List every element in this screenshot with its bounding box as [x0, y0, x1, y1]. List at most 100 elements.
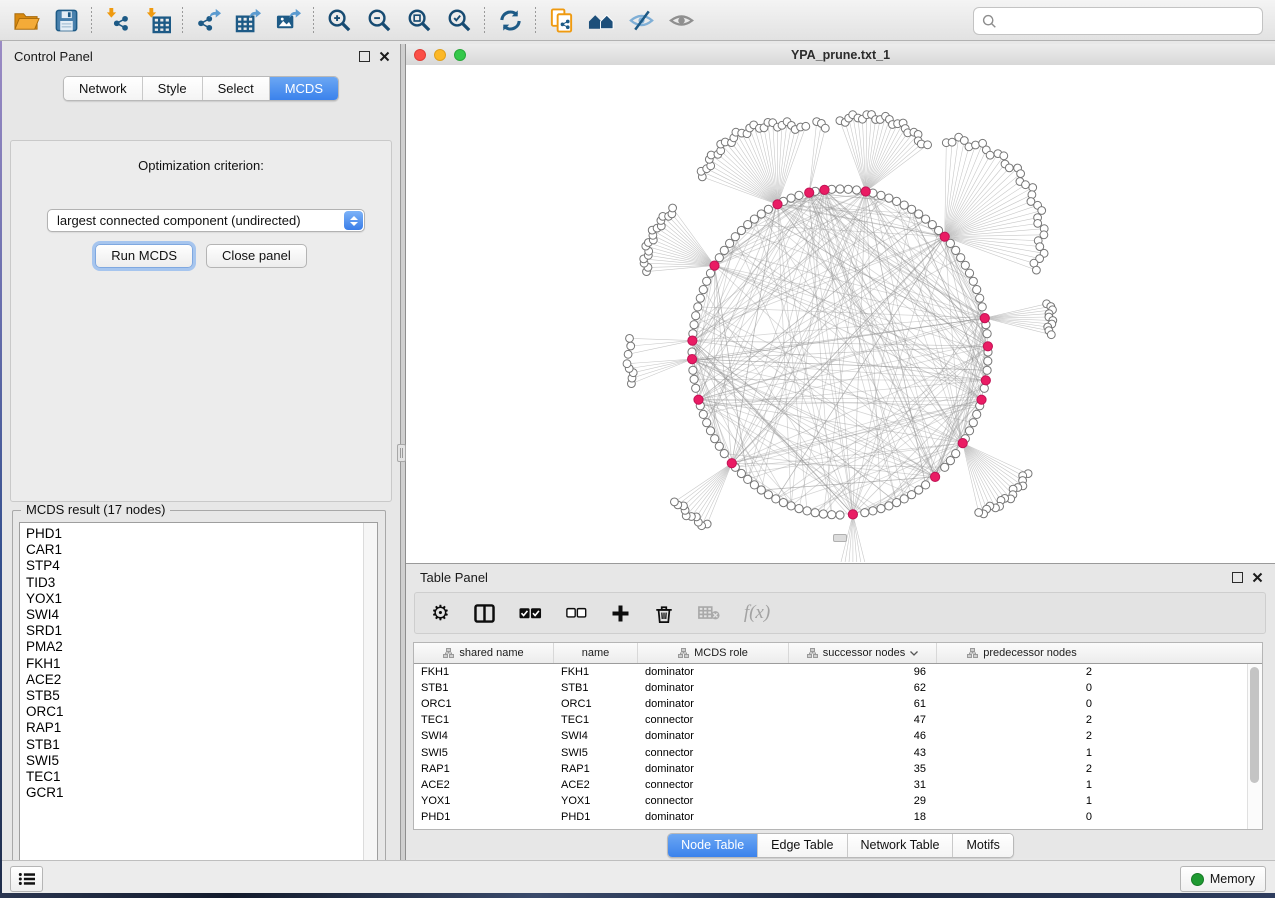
search-input[interactable]	[997, 11, 1262, 31]
table-row[interactable]: SWI5SWI5connector431	[414, 744, 1262, 760]
tab-network[interactable]: Network	[64, 77, 143, 100]
table-row[interactable]: SWI4SWI4dominator462	[414, 728, 1262, 744]
network-view-window: YPA_prune.txt_1	[406, 44, 1275, 563]
zoom-in-button[interactable]	[319, 3, 359, 37]
mcds-result-item[interactable]: STB1	[26, 737, 377, 753]
search-box[interactable]	[973, 7, 1263, 35]
criterion-select[interactable]: largest connected component (undirected)	[47, 209, 365, 232]
mcds-result-item[interactable]: SWI4	[26, 607, 377, 623]
close-panel-icon[interactable]	[379, 51, 390, 62]
add-column-button[interactable]	[611, 604, 630, 623]
hide-selected-button[interactable]	[621, 3, 661, 37]
table-row[interactable]: RAP1RAP1dominator352	[414, 761, 1262, 777]
first-neighbors-button[interactable]	[581, 3, 621, 37]
tab-motifs[interactable]: Motifs	[953, 834, 1012, 857]
mcds-result-item[interactable]: CAR1	[26, 542, 377, 558]
save-session-icon	[53, 7, 80, 34]
mcds-result-item[interactable]: ORC1	[26, 704, 377, 720]
network-window-titlebar[interactable]: YPA_prune.txt_1	[406, 44, 1275, 66]
column-header-shared-name[interactable]: shared name	[414, 643, 554, 663]
mcds-result-list[interactable]: PHD1CAR1STP4TID3YOX1SWI4SRD1PMA2FKH1ACE2…	[20, 523, 377, 801]
column-header-label: successor nodes	[823, 647, 906, 659]
deselect-all-button[interactable]	[566, 607, 587, 619]
tab-edge-table[interactable]: Edge Table	[758, 834, 847, 857]
table-row[interactable]: STB1STB1dominator620	[414, 680, 1262, 696]
mcds-result-item[interactable]: GCR1	[26, 785, 377, 801]
network-canvas[interactable]	[406, 65, 1275, 562]
tab-style[interactable]: Style	[143, 77, 203, 100]
delete-column-button[interactable]	[654, 603, 674, 624]
network-hub-node	[981, 376, 990, 385]
network-node	[819, 510, 827, 518]
export-image-icon	[275, 7, 302, 34]
table-scrollbar-thumb[interactable]	[1250, 667, 1259, 783]
import-network-button[interactable]	[97, 3, 137, 37]
table-scrollbar[interactable]	[1247, 664, 1262, 829]
mcds-result-item[interactable]: FKH1	[26, 656, 377, 672]
table-row[interactable]: TEC1TEC1connector472	[414, 712, 1262, 728]
import-network-icon	[104, 7, 131, 34]
close-panel-button[interactable]: Close panel	[206, 244, 307, 268]
mcds-result-item[interactable]: RAP1	[26, 720, 377, 736]
table-row[interactable]: ORC1ORC1dominator610	[414, 696, 1262, 712]
mcds-result-item[interactable]: SWI5	[26, 753, 377, 769]
open-file-button[interactable]	[6, 3, 46, 37]
network-node	[877, 505, 885, 513]
mcds-result-item[interactable]: TEC1	[26, 769, 377, 785]
refresh-network-button[interactable]	[490, 3, 530, 37]
memory-button[interactable]: Memory	[1180, 866, 1266, 892]
duplicate-network-button[interactable]	[541, 3, 581, 37]
mcds-result-item[interactable]: STB5	[26, 688, 377, 704]
show-all-button[interactable]	[661, 3, 701, 37]
export-image-button[interactable]	[268, 3, 308, 37]
run-mcds-button[interactable]: Run MCDS	[95, 244, 193, 268]
split-columns-button[interactable]	[474, 604, 495, 623]
mcds-result-item[interactable]: STP4	[26, 558, 377, 574]
column-header-MCDS-role[interactable]: MCDS role	[638, 643, 789, 663]
tab-network-table[interactable]: Network Table	[848, 834, 954, 857]
mcds-result-item[interactable]: TID3	[26, 575, 377, 591]
export-table-button[interactable]	[228, 3, 268, 37]
table-row[interactable]: PHD1PHD1dominator180	[414, 809, 1262, 825]
settings-button[interactable]: ⚙	[431, 603, 450, 623]
tab-node-table[interactable]: Node Table	[668, 834, 758, 857]
close-table-panel-icon[interactable]	[1252, 572, 1263, 583]
panel-divider-handle[interactable]	[397, 444, 406, 462]
mcds-result-item[interactable]: ACE2	[26, 672, 377, 688]
table-row[interactable]: YOX1YOX1connector291	[414, 793, 1262, 809]
save-session-button[interactable]	[46, 3, 86, 37]
table-cell: 96	[789, 666, 937, 678]
column-header-predecessor-nodes[interactable]: predecessor nodes	[937, 643, 1107, 663]
network-split-handle[interactable]	[833, 534, 847, 542]
zoom-fit-button[interactable]	[399, 3, 439, 37]
table-cell: 47	[789, 714, 937, 726]
network-graph-svg[interactable]	[406, 65, 1275, 562]
column-header-successor-nodes[interactable]: successor nodes	[789, 643, 937, 663]
table-row[interactable]: FKH1FKH1dominator962	[414, 664, 1262, 680]
mcds-list-scrollbar[interactable]	[363, 523, 377, 873]
float-table-panel-icon[interactable]	[1232, 572, 1243, 583]
table-row[interactable]: ACE2ACE2connector311	[414, 777, 1262, 793]
mcds-result-item[interactable]: YOX1	[26, 591, 377, 607]
zoom-selected-button[interactable]	[439, 3, 479, 37]
network-node	[787, 194, 795, 202]
tab-select[interactable]: Select	[203, 77, 270, 100]
import-table-button[interactable]	[137, 3, 177, 37]
tab-mcds[interactable]: MCDS	[270, 77, 338, 100]
network-hub-node	[820, 185, 829, 194]
search-icon	[982, 14, 997, 29]
panel-menu-button[interactable]	[10, 866, 43, 892]
float-panel-icon[interactable]	[359, 51, 370, 62]
network-node	[720, 450, 728, 458]
table-cell: 18	[789, 811, 937, 823]
function-builder-button: f(x)	[744, 602, 770, 624]
column-header-name[interactable]: name	[554, 643, 638, 663]
select-all-button[interactable]	[519, 607, 542, 620]
network-node	[694, 303, 702, 311]
export-network-button[interactable]	[188, 3, 228, 37]
mcds-result-item[interactable]: SRD1	[26, 623, 377, 639]
mcds-result-item[interactable]: PHD1	[26, 526, 377, 542]
desktop-wallpaper-strip	[0, 893, 1275, 898]
mcds-result-item[interactable]: PMA2	[26, 639, 377, 655]
zoom-out-button[interactable]	[359, 3, 399, 37]
